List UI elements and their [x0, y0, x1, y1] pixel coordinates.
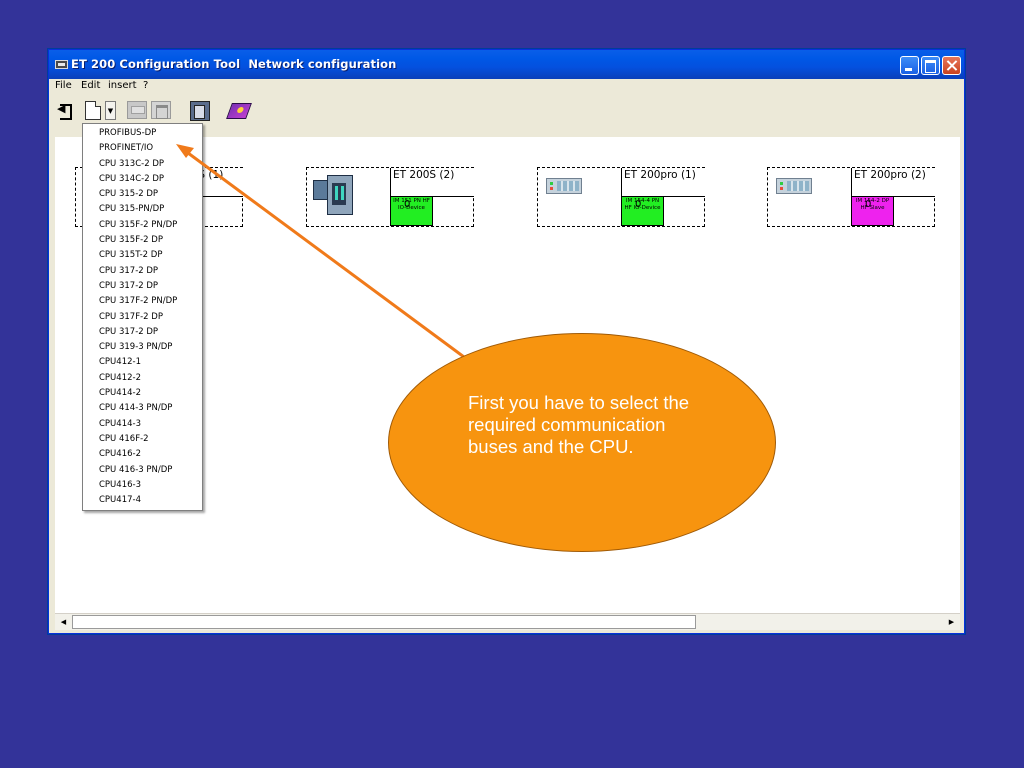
list-item[interactable]: CPU 317-2 DP — [83, 325, 202, 340]
list-item[interactable]: CPU 317F-2 PN/DP — [83, 294, 202, 309]
app-icon — [55, 60, 68, 69]
menu-file[interactable]: File — [55, 80, 72, 91]
annotation-text: First you have to select the required co… — [468, 392, 690, 457]
list-item[interactable]: CPU 315T-2 DP — [83, 248, 202, 263]
exit-icon[interactable] — [57, 101, 78, 121]
interface-module[interactable]: IM 151 PN HF IO-Device — [390, 197, 433, 226]
list-item[interactable]: CPU417-4 — [83, 493, 202, 508]
list-item[interactable]: CPU 315-PN/DP — [83, 202, 202, 217]
list-item[interactable]: CPU 317F-2 DP — [83, 310, 202, 325]
menu-bar: File Edit insert ? — [49, 79, 964, 96]
configure-icon[interactable] — [190, 101, 210, 121]
list-item[interactable]: CPU 317-2 DP — [83, 264, 202, 279]
list-item[interactable]: CPU 313C-2 DP — [83, 157, 202, 172]
et200pro-module-icon — [546, 178, 582, 194]
list-item[interactable]: CPU412-1 — [83, 355, 202, 370]
close-button[interactable] — [942, 56, 961, 75]
device-dropdown-list[interactable]: PROFIBUS-DP PROFINET/IO CPU 313C-2 DP CP… — [82, 123, 203, 511]
list-item[interactable]: CPU412-2 — [83, 371, 202, 386]
horizontal-scrollbar[interactable]: ◀ ▶ — [55, 613, 960, 630]
help-book-icon[interactable] — [226, 103, 252, 119]
network-icon[interactable] — [151, 101, 171, 119]
list-item[interactable]: CPU 317-2 DP — [83, 279, 202, 294]
list-item[interactable]: CPU 314C-2 DP — [83, 172, 202, 187]
list-item[interactable]: CPU414-3 — [83, 417, 202, 432]
station-title: ET 200pro (1) — [621, 168, 705, 197]
list-item[interactable]: CPU416-2 — [83, 447, 202, 462]
et200pro-module-icon — [776, 178, 812, 194]
new-document-icon[interactable] — [85, 101, 101, 120]
station-et200pro-2[interactable]: ET 200pro (2) IM 154-2 DP HF Slave — [767, 167, 935, 227]
list-item[interactable]: CPU 315-2 DP — [83, 187, 202, 202]
station-count: 0 — [635, 199, 642, 210]
interface-module[interactable]: IM 154-2 DP HF Slave — [851, 197, 894, 226]
list-item[interactable]: CPU 416-3 PN/DP — [83, 463, 202, 478]
list-item[interactable]: PROFIBUS-DP — [83, 126, 202, 141]
list-item[interactable]: CPU 315F-2 PN/DP — [83, 218, 202, 233]
interface-module[interactable]: IM 154-4 PN HF IO-Device — [621, 197, 664, 226]
list-item[interactable]: PROFINET/IO — [83, 141, 202, 156]
maximize-button[interactable] — [921, 56, 940, 75]
window-titlebar[interactable]: ET 200 Configuration Tool Network config… — [49, 50, 964, 79]
menu-insert[interactable]: insert — [108, 80, 137, 91]
menu-edit[interactable]: Edit — [81, 80, 100, 91]
station-count: 0 — [865, 199, 872, 210]
station-et200s-2[interactable]: ET 200S (2) IM 151 PN HF IO-Device — [306, 167, 474, 227]
dropdown-arrow-icon[interactable]: ▼ — [105, 101, 116, 120]
list-item[interactable]: CPU414-2 — [83, 386, 202, 401]
station-count: 0 — [404, 199, 411, 210]
scroll-left-icon[interactable]: ◀ — [56, 615, 71, 629]
station-et200pro-1[interactable]: ET 200pro (1) IM 154-4 PN HF IO-Device — [537, 167, 705, 227]
minimize-button[interactable] — [900, 56, 919, 75]
list-item[interactable]: CPU 319-3 PN/DP — [83, 340, 202, 355]
window-title: ET 200 Configuration Tool Network config… — [71, 57, 397, 71]
list-item[interactable]: CPU 414-3 PN/DP — [83, 401, 202, 416]
menu-help[interactable]: ? — [143, 80, 148, 91]
list-item[interactable]: CPU 315F-2 DP — [83, 233, 202, 248]
station-title: ET 200pro (2) — [851, 168, 935, 197]
list-item[interactable]: CPU416-3 — [83, 478, 202, 493]
et200s-module-icon — [313, 175, 353, 217]
list-item[interactable]: CPU 416F-2 — [83, 432, 202, 447]
station-icon[interactable] — [127, 101, 147, 119]
station-title: ET 200S (2) — [390, 168, 474, 197]
scroll-thumb[interactable] — [72, 615, 696, 629]
scroll-right-icon[interactable]: ▶ — [944, 615, 959, 629]
